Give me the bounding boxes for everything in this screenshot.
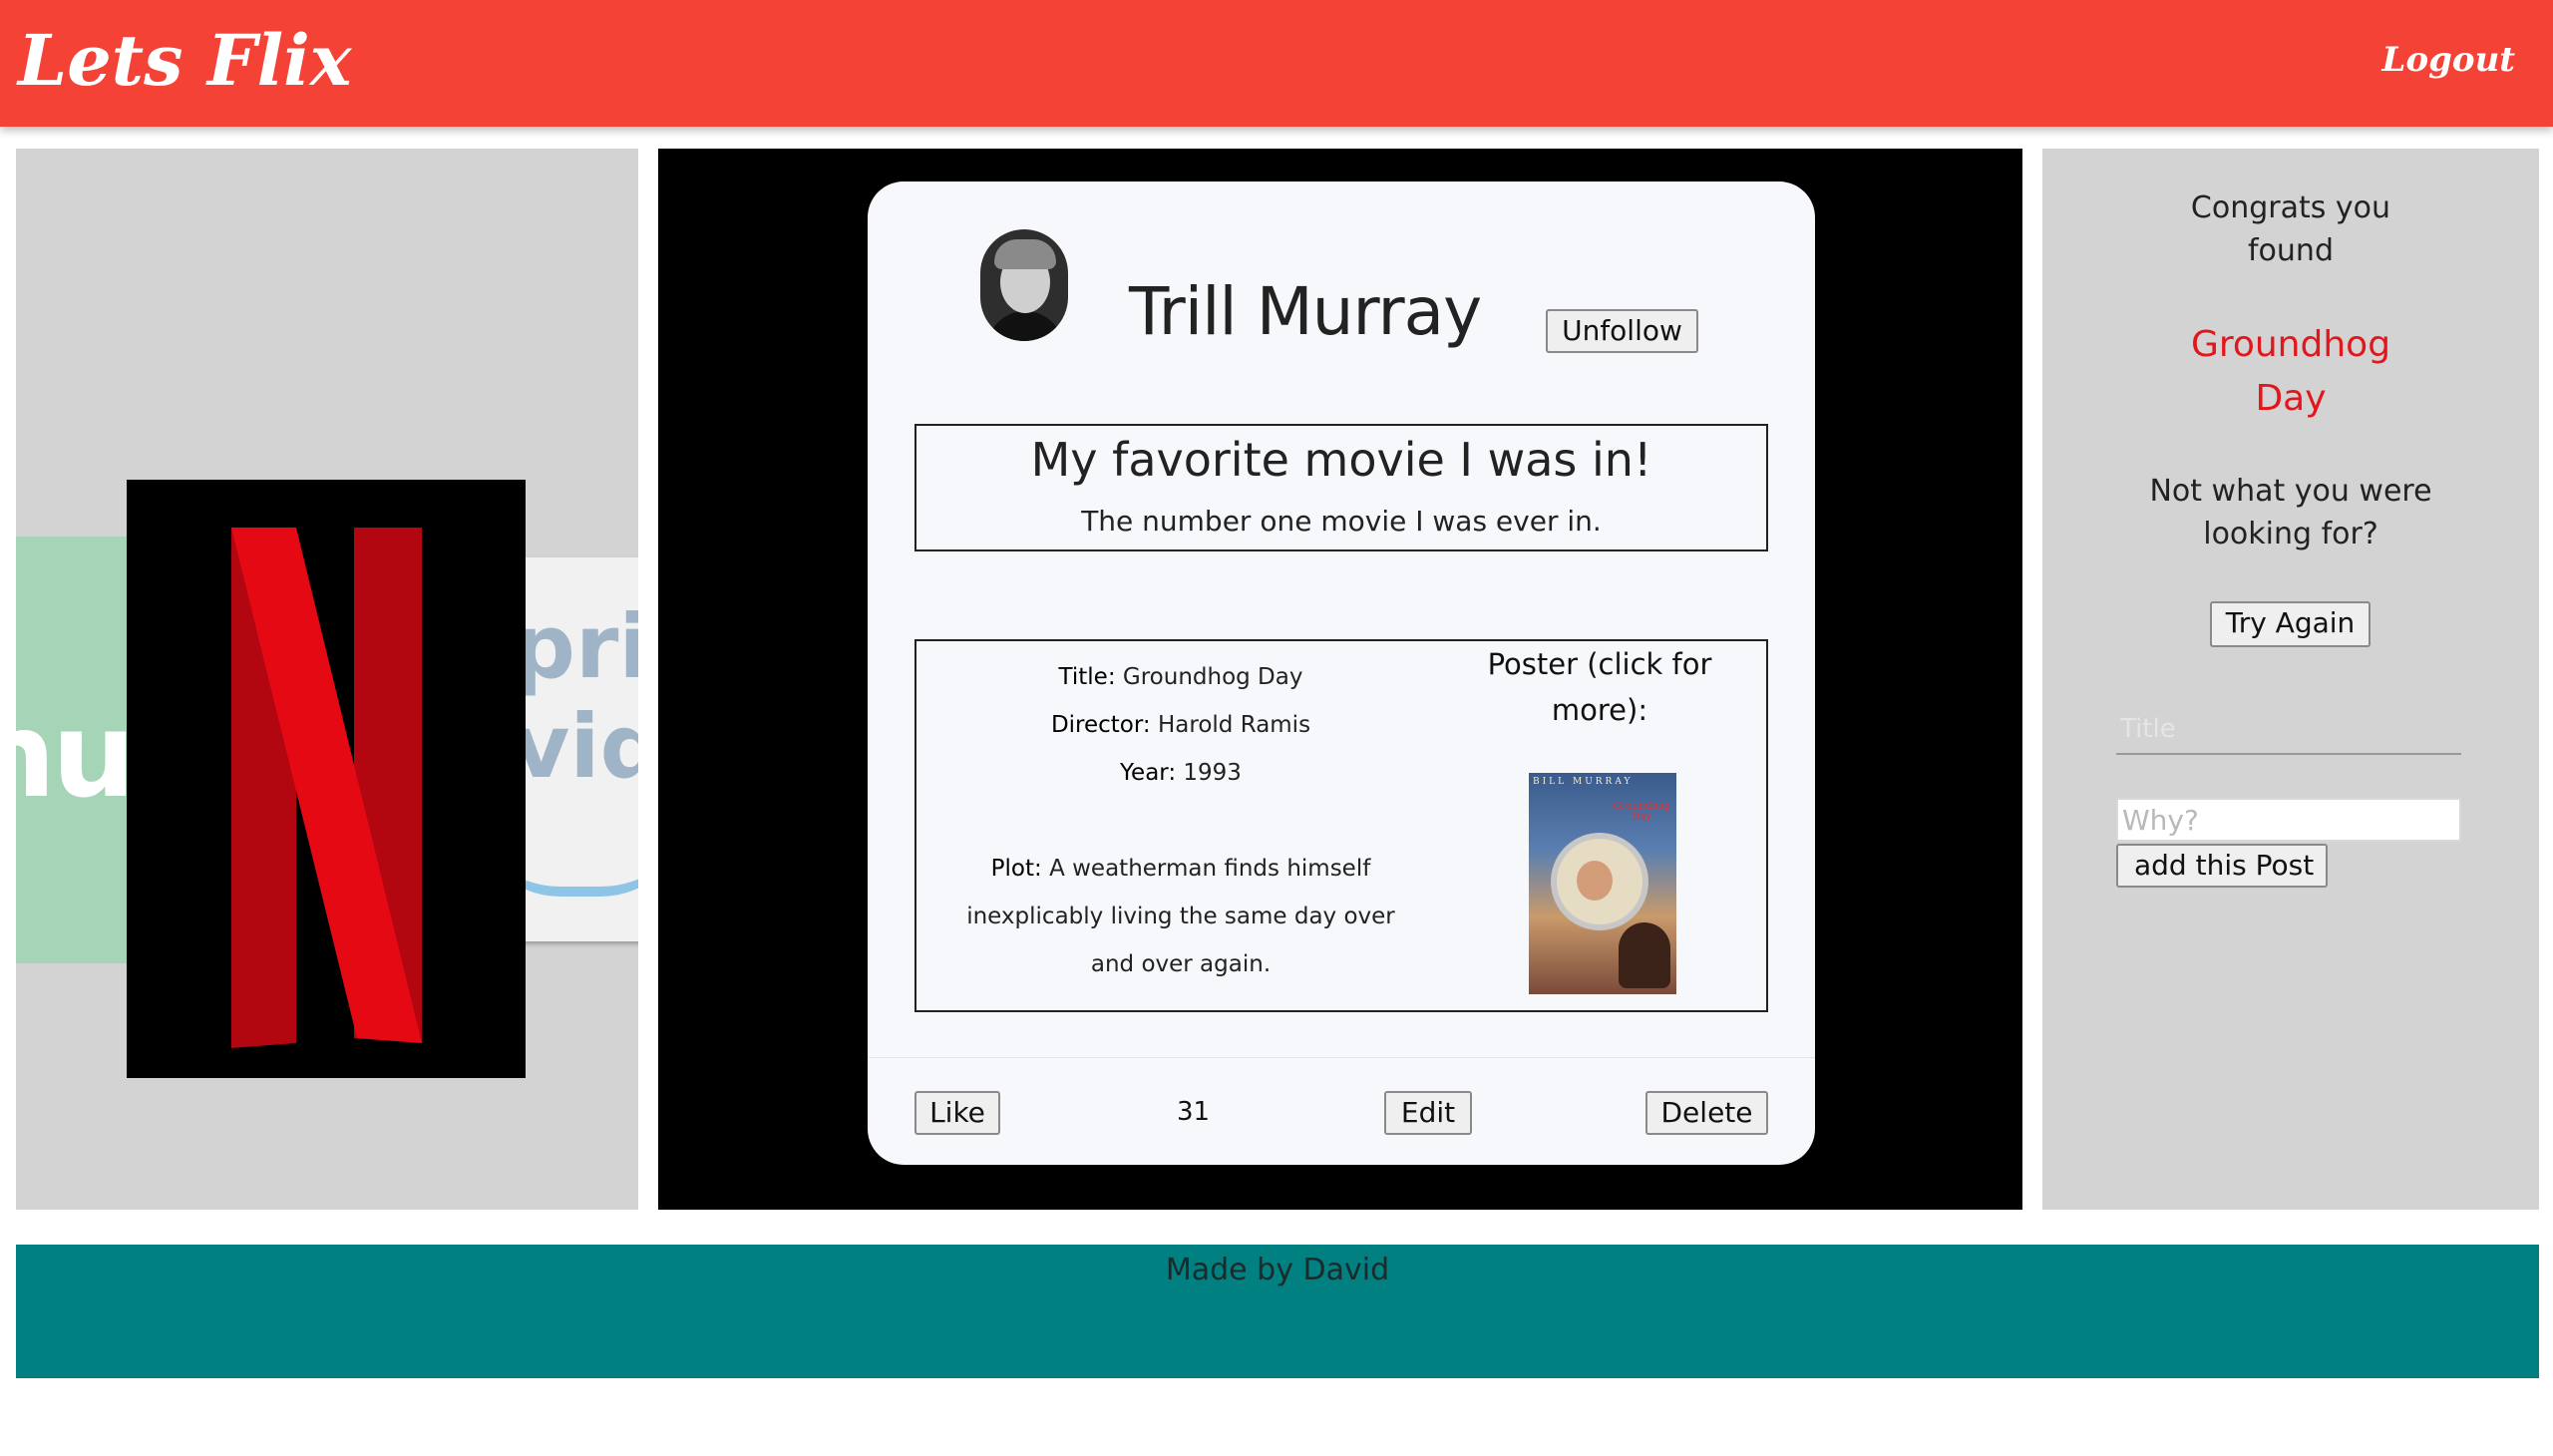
movie-director: Harold Ramis — [1158, 712, 1311, 738]
post-card: Trill Murray Unfollow My favorite movie … — [868, 182, 1815, 1165]
edit-button[interactable]: Edit — [1384, 1091, 1472, 1135]
prime-smile-icon — [511, 807, 638, 897]
found-movie-label: Groundhog Day — [2190, 324, 2391, 419]
director-label: Director: — [1050, 712, 1151, 738]
add-post-button[interactable]: add this Post — [2116, 844, 2328, 888]
poster-label: Poster (click for more): — [1487, 647, 1712, 727]
movie-details: Title: Groundhog Day Director: Harold Ra… — [914, 639, 1768, 1012]
movie-finder-panel: Congrats you found Groundhog Day Not wha… — [2042, 149, 2539, 1210]
poster-title-text: Groundhog Day — [1613, 801, 1670, 823]
congrats-label: Congrats you found — [2190, 190, 2391, 268]
post-body: The number one movie I was ever in. — [1081, 505, 1602, 538]
app-header: Lets Flix Logout — [0, 0, 2553, 127]
poster-top-text: BILL MURRAY — [1533, 777, 1634, 787]
prime-video-logo: prinvide — [511, 557, 638, 941]
prime-video-logo-text: prinvide — [513, 595, 638, 798]
try-again-button[interactable]: Try Again — [2210, 601, 2371, 647]
post-content: My favorite movie I was in! The number o… — [914, 424, 1768, 551]
netflix-n-icon — [231, 528, 422, 1048]
movie-poster[interactable]: BILL MURRAY Groundhog Day — [1529, 773, 1676, 994]
like-button[interactable]: Like — [914, 1091, 1000, 1135]
delete-button[interactable]: Delete — [1645, 1091, 1768, 1135]
page-footer: Made by David — [16, 1245, 2539, 1378]
post-author-name[interactable]: Trill Murray — [1129, 273, 1482, 350]
footer-credit: Made by David — [1165, 1253, 1390, 1287]
post-title-input[interactable] — [2116, 705, 2461, 755]
logout-link[interactable]: Logout — [2382, 40, 2515, 80]
title-label: Title: — [1058, 664, 1116, 690]
user-avatar[interactable] — [980, 229, 1068, 341]
movie-info: Title: Groundhog Day Director: Harold Ra… — [926, 653, 1435, 988]
congrats-text: Congrats you found — [2042, 186, 2539, 272]
like-count: 31 — [1177, 1097, 1211, 1127]
movie-year: 1993 — [1183, 760, 1242, 786]
found-movie-title[interactable]: Groundhog Day — [2042, 318, 2539, 426]
plot-label: Plot: — [990, 856, 1042, 882]
streaming-logos-panel: hulu prinvide — [16, 149, 638, 1210]
post-why-input[interactable] — [2116, 798, 2461, 842]
brand-logo[interactable]: Lets Flix — [18, 16, 351, 106]
unfollow-button[interactable]: Unfollow — [1546, 309, 1698, 353]
netflix-logo — [127, 480, 526, 1078]
year-label: Year: — [1120, 760, 1177, 786]
not-what-label: Not what you were looking for? — [2149, 474, 2432, 551]
not-what-text: Not what you were looking for? — [2042, 470, 2539, 555]
post-feed: Trill Murray Unfollow My favorite movie … — [658, 149, 2022, 1210]
post-title: My favorite movie I was in! — [1030, 433, 1652, 487]
card-divider — [868, 1057, 1815, 1058]
movie-title: Groundhog Day — [1122, 664, 1303, 690]
